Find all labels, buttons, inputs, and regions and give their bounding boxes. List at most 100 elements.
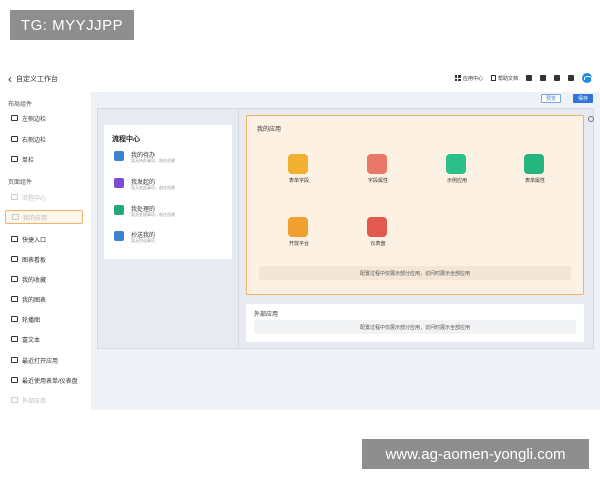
flow-item-cc[interactable]: 抄送我的 暂无抄送事项: [112, 229, 227, 253]
grid-icon: [454, 75, 461, 81]
app-center-link[interactable]: 应用中心: [454, 75, 483, 82]
header-actions: 应用中心 帮助文档: [454, 73, 592, 83]
app-tile-sample[interactable]: 示例应用: [427, 154, 487, 194]
external-apps-title: 外部应用: [254, 312, 279, 318]
external-apps-card[interactable]: 外部应用 配置过程中仅展示部分应用，访问时展示全部应用: [246, 304, 584, 342]
sidebar-item-label: 流程中心: [22, 195, 47, 202]
sidebar-item-rich-text[interactable]: 富文本: [5, 332, 83, 346]
flow-item-sub: 暂无抄送事项: [131, 238, 155, 243]
image-icon: [11, 316, 18, 322]
sidebar-item-label: 快捷入口: [22, 237, 47, 244]
flow-icon: [11, 194, 18, 200]
list-icon: [524, 154, 544, 174]
help-doc-label: 帮助文档: [497, 75, 518, 82]
app-tile-form-fields[interactable]: 表单字段: [269, 154, 329, 194]
sidebar-item-label: 最近打开应用: [22, 358, 59, 365]
briefcase-icon: [288, 217, 308, 237]
link-icon: [11, 397, 18, 403]
sidebar-item-label: 单栏: [22, 157, 35, 164]
app-tile-open-platform[interactable]: 开放平台: [269, 217, 329, 257]
mail-icon[interactable]: [540, 75, 546, 81]
flow-item-sub: 暂无处理事项，前往创建: [131, 212, 175, 217]
help-doc-link[interactable]: 帮助文档: [490, 75, 518, 82]
user-icon[interactable]: [526, 75, 532, 81]
workbench-canvas: 预览 保存 流程中心 我的待办 暂无待办事项，前往创建 我发起的 暂无发起事项，…: [91, 92, 600, 410]
field-icon: [367, 154, 387, 174]
app-center-label: 应用中心: [462, 75, 483, 82]
app-tile-dashboard[interactable]: 仪表盘: [348, 217, 408, 257]
my-apps-card[interactable]: 我的应用 表单字段 字段属性 示例应用 表单属性 开放平台 仪表盘 配置过程中仅…: [246, 115, 584, 295]
form-icon: [288, 154, 308, 174]
my-apps-hint: 配置过程中仅展示部分应用，访问时展示全部应用: [259, 266, 571, 280]
sidebar-item-label: 左侧边栏: [22, 116, 47, 123]
forward-icon: [114, 231, 124, 241]
sidebar-item-label: 最近使用表单/仪表盘: [22, 378, 78, 385]
column-divider: [238, 109, 239, 348]
sidebar-item-label: 右侧边栏: [22, 137, 47, 144]
star-icon: [11, 276, 18, 282]
sidebar-item-label: 我的应用: [23, 215, 48, 222]
layout-stage: 流程中心 我的待办 暂无待办事项，前往创建 我发起的 暂无发起事项，前往创建 我…: [97, 108, 594, 349]
shortcut-icon: [11, 236, 18, 242]
app-label: 字段属性: [367, 178, 388, 184]
brand-logo-icon: [582, 73, 592, 83]
page-section-title: 页面组件: [8, 180, 33, 186]
sidebar-item-flow-center: 流程中心: [5, 190, 83, 204]
flow-item-todo[interactable]: 我的待办 暂无待办事项，前往创建: [112, 149, 227, 173]
layout-section-title: 布局组件: [8, 102, 33, 108]
app-label: 表单字段: [288, 178, 309, 184]
bell-icon: [114, 151, 124, 161]
sidebar-item-label: 我的收藏: [22, 277, 47, 284]
flow-center-card[interactable]: 流程中心 我的待办 暂无待办事项，前往创建 我发起的 暂无发起事项，前往创建 我…: [104, 125, 232, 259]
overlay-label: TG: MYYJJPP: [10, 10, 134, 40]
sidebar-item-label: 富文本: [22, 337, 41, 344]
sidebar-item-quick-entry[interactable]: 快捷入口: [5, 232, 83, 246]
app-header: ‹ 自定义工作台 应用中心 帮助文档: [0, 68, 600, 90]
send-icon: [114, 178, 124, 188]
component-sidebar: 布局组件 左侧边栏 右侧边栏 单栏 页面组件 流程中心 我的应用 快捷入口 图表…: [0, 92, 90, 410]
check-icon: [114, 205, 124, 215]
watermark-label: www.ag-aomen-yongli.com: [362, 439, 589, 469]
preview-button[interactable]: 预览: [541, 94, 561, 103]
back-button[interactable]: ‹ 自定义工作台: [8, 72, 58, 86]
app-label: 表单属性: [524, 178, 545, 184]
app-label: 开放平台: [288, 241, 309, 247]
app-tile-form-props[interactable]: 表单属性: [505, 154, 565, 194]
sidebar-item-external-apps: 外部应用: [5, 393, 83, 407]
chevron-left-icon: ‹: [8, 72, 12, 86]
sidebar-item-favorites[interactable]: 我的收藏: [5, 272, 83, 286]
layout-icon: [11, 156, 18, 162]
clock-icon: [11, 377, 18, 383]
settings-icon[interactable]: [568, 75, 574, 81]
chart-icon: [11, 256, 18, 262]
sidebar-item-chart-board[interactable]: 图表看板: [5, 252, 83, 266]
settings-gear-icon[interactable]: [588, 116, 594, 122]
sidebar-item-my-charts[interactable]: 我的图表: [5, 292, 83, 306]
document-icon: [490, 75, 496, 81]
sidebar-item-recent-apps[interactable]: 最近打开应用: [5, 353, 83, 367]
app-label: 仪表盘: [370, 241, 386, 247]
sidebar-item-left-panel[interactable]: 左侧边栏: [5, 111, 83, 125]
apps-icon: [12, 214, 19, 220]
layout-icon: [11, 115, 18, 121]
app-label: 示例应用: [446, 178, 467, 184]
sidebar-item-label: 图表看板: [22, 257, 47, 264]
sidebar-item-label: 轮播图: [22, 317, 41, 324]
my-apps-title: 我的应用: [257, 127, 282, 133]
chart-icon: [11, 296, 18, 302]
sidebar-item-single-column[interactable]: 单栏: [5, 152, 83, 166]
users-icon: [446, 154, 466, 174]
flow-item-processed[interactable]: 我处理的 暂无处理事项，前往创建: [112, 203, 227, 227]
app-tile-field-props[interactable]: 字段属性: [348, 154, 408, 194]
message-icon[interactable]: [554, 75, 560, 81]
layout-icon: [11, 136, 18, 142]
sidebar-item-label: 我的图表: [22, 297, 47, 304]
sidebar-item-recent-forms[interactable]: 最近使用表单/仪表盘: [5, 373, 83, 387]
sidebar-item-my-apps[interactable]: 我的应用: [5, 210, 83, 224]
flow-center-title: 流程中心: [112, 136, 140, 143]
flow-item-initiated[interactable]: 我发起的 暂无发起事项，前往创建: [112, 176, 227, 200]
dashboard-icon: [367, 217, 387, 237]
sidebar-item-right-panel[interactable]: 右侧边栏: [5, 132, 83, 146]
sidebar-item-carousel[interactable]: 轮播图: [5, 312, 83, 326]
save-button[interactable]: 保存: [573, 94, 593, 103]
